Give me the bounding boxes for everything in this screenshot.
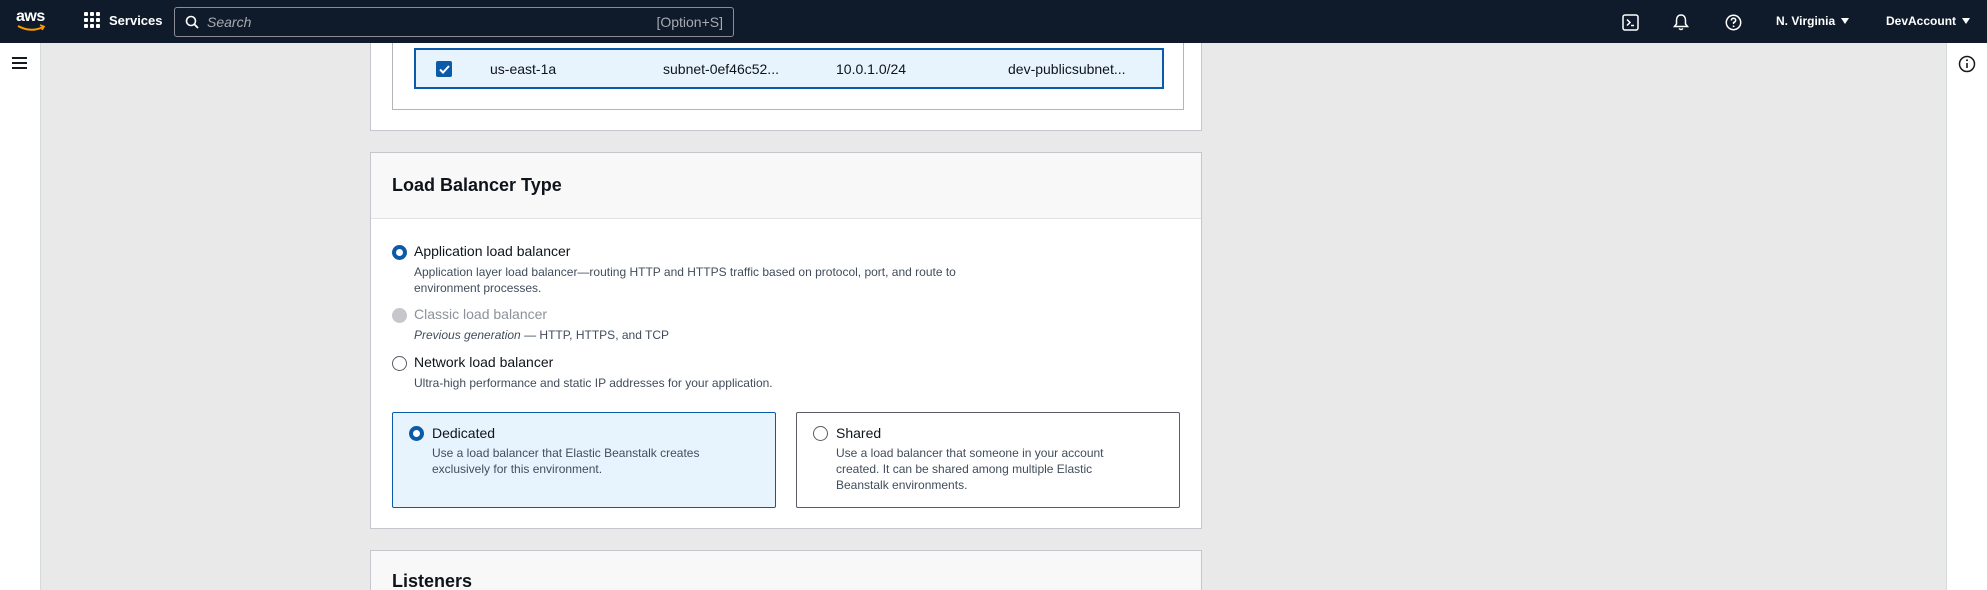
info-icon[interactable] bbox=[1958, 55, 1976, 73]
search-input[interactable] bbox=[207, 14, 627, 30]
panel-header: Load Balancer Type bbox=[371, 153, 1201, 219]
search-box[interactable]: [Option+S] bbox=[174, 7, 734, 37]
subnets-panel: us-east-1a subnet-0ef46c52... 10.0.1.0/2… bbox=[370, 43, 1202, 131]
radio-unselected-icon[interactable] bbox=[813, 426, 828, 441]
option-description-italic: Previous generation bbox=[414, 328, 521, 342]
option-label: Application load balancer bbox=[414, 243, 571, 259]
tile-label: Dedicated bbox=[432, 425, 496, 441]
cloudshell-icon[interactable] bbox=[1620, 12, 1640, 32]
option-label: Classic load balancer bbox=[414, 306, 548, 322]
right-tools-rail bbox=[1946, 43, 1987, 590]
option-description-rest: — HTTP, HTTPS, and TCP bbox=[520, 328, 669, 342]
radio-selected-icon[interactable] bbox=[392, 245, 407, 260]
left-navigation-rail bbox=[0, 43, 41, 590]
grid-icon bbox=[84, 12, 100, 28]
account-label: DevAccount bbox=[1886, 14, 1957, 28]
top-navigation: aws Services [Option+S] bbox=[0, 0, 1987, 43]
caret-down-icon bbox=[1962, 18, 1971, 24]
load-balancer-type-panel: Load Balancer Type Application load bala… bbox=[370, 152, 1202, 529]
tile-dedicated[interactable]: Dedicated Use a load balancer that Elast… bbox=[392, 412, 776, 508]
panel-title: Listeners bbox=[392, 571, 473, 590]
aws-smile-icon bbox=[17, 24, 46, 31]
option-description: Previous generation — HTTP, HTTPS, and T… bbox=[414, 327, 984, 343]
tile-shared[interactable]: Shared Use a load balancer that someone … bbox=[796, 412, 1180, 508]
help-icon[interactable] bbox=[1723, 12, 1743, 32]
checkmark-icon bbox=[438, 64, 450, 74]
subnet-cidr: 10.0.1.0/24 bbox=[836, 61, 907, 77]
panel-header: Listeners bbox=[371, 551, 1201, 590]
subnet-name: dev-publicsubnet... bbox=[1008, 61, 1126, 77]
tile-description: Use a load balancer that Elastic Beansta… bbox=[432, 446, 700, 476]
search-shortcut: [Option+S] bbox=[656, 14, 723, 30]
caret-down-icon bbox=[1841, 18, 1850, 24]
subnet-checkbox[interactable] bbox=[436, 61, 452, 77]
menu-icon[interactable] bbox=[12, 57, 27, 72]
subnet-id: subnet-0ef46c52... bbox=[663, 61, 779, 77]
search-icon bbox=[185, 15, 199, 29]
subnet-az: us-east-1a bbox=[490, 61, 557, 77]
notifications-bell-icon[interactable] bbox=[1671, 12, 1691, 32]
region-label: N. Virginia bbox=[1776, 14, 1836, 28]
radio-selected-icon[interactable] bbox=[409, 426, 424, 441]
services-menu[interactable]: Services bbox=[84, 12, 163, 28]
aws-logo[interactable]: aws bbox=[16, 9, 50, 35]
radio-disabled-icon bbox=[392, 308, 407, 323]
listeners-panel: Listeners bbox=[370, 550, 1202, 590]
tile-description: Use a load balancer that someone in your… bbox=[836, 446, 1104, 492]
account-menu[interactable]: DevAccount bbox=[1886, 14, 1971, 28]
subnet-row[interactable]: us-east-1a subnet-0ef46c52... 10.0.1.0/2… bbox=[414, 48, 1164, 89]
region-selector[interactable]: N. Virginia bbox=[1776, 14, 1850, 28]
option-description: Application layer load balancer—routing … bbox=[414, 265, 956, 295]
aws-logo-text: aws bbox=[16, 8, 45, 25]
radio-unselected-icon[interactable] bbox=[392, 356, 407, 371]
option-label: Network load balancer bbox=[414, 354, 554, 370]
tile-label: Shared bbox=[836, 425, 882, 441]
services-label: Services bbox=[109, 12, 163, 28]
option-description: Ultra-high performance and static IP add… bbox=[414, 376, 773, 390]
subnets-table: us-east-1a subnet-0ef46c52... 10.0.1.0/2… bbox=[392, 43, 1184, 110]
panel-title: Load Balancer Type bbox=[392, 175, 562, 195]
